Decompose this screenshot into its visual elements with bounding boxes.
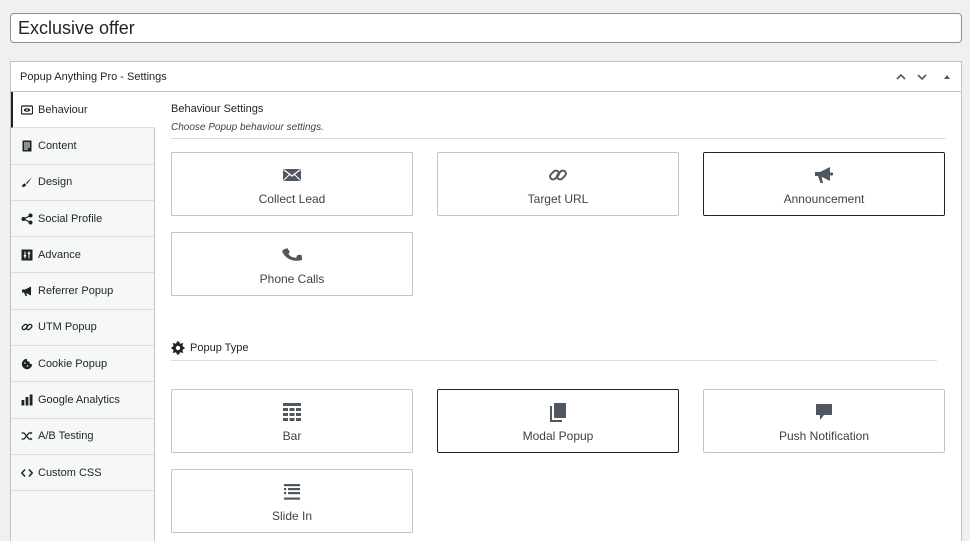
popup-type-option-bar[interactable]: Bar bbox=[171, 389, 413, 453]
tab-behaviour[interactable]: Behaviour bbox=[11, 92, 155, 129]
cookie-icon bbox=[20, 357, 33, 370]
tab-design[interactable]: Design bbox=[11, 165, 154, 201]
popup-type-option-push-notification[interactable]: Push Notification bbox=[703, 389, 945, 453]
share-icon bbox=[20, 212, 33, 225]
tab-label: Google Analytics bbox=[38, 394, 120, 407]
chevron-down-icon bbox=[917, 74, 927, 81]
metabox-header: Popup Anything Pro - Settings bbox=[11, 62, 961, 92]
envelope-icon bbox=[172, 165, 412, 185]
document-icon bbox=[20, 139, 33, 152]
shuffle-icon bbox=[20, 430, 33, 443]
chevron-up-icon bbox=[896, 73, 906, 80]
option-label: Bar bbox=[282, 429, 302, 443]
tab-label: UTM Popup bbox=[38, 321, 97, 334]
code-icon bbox=[20, 466, 33, 479]
move-down-button[interactable] bbox=[914, 69, 930, 85]
copy-icon bbox=[438, 402, 678, 422]
behaviour-option-phone-calls[interactable]: Phone Calls bbox=[171, 232, 413, 296]
option-label: Target URL bbox=[527, 192, 589, 206]
tab-label: Advance bbox=[38, 248, 81, 261]
popup-type-title: Popup Type bbox=[190, 342, 249, 354]
post-title-input[interactable] bbox=[10, 13, 962, 43]
tab-label: Social Profile bbox=[38, 212, 103, 225]
megaphone-icon bbox=[704, 165, 944, 185]
metabox-title: Popup Anything Pro - Settings bbox=[20, 71, 167, 83]
list-icon bbox=[172, 482, 412, 502]
behaviour-option-collect-lead[interactable]: Collect Lead bbox=[171, 152, 413, 216]
behaviour-settings-description: Choose Popup behaviour settings. bbox=[171, 122, 324, 133]
popup-type-option-slide-in[interactable]: Slide In bbox=[171, 469, 413, 533]
bar-chart-icon bbox=[20, 394, 33, 407]
tab-content[interactable]: Content bbox=[11, 128, 154, 165]
behaviour-settings-title: Behaviour Settings bbox=[171, 103, 264, 115]
option-label: Slide In bbox=[271, 509, 313, 523]
section-divider bbox=[171, 138, 946, 139]
tab-label: Behaviour bbox=[38, 103, 88, 116]
tab-label: Cookie Popup bbox=[38, 357, 108, 370]
table-icon bbox=[172, 402, 412, 422]
option-label: Collect Lead bbox=[258, 192, 326, 206]
caret-up-icon bbox=[944, 75, 950, 79]
eye-icon bbox=[20, 103, 33, 116]
megaphone-icon bbox=[20, 285, 33, 298]
option-label: Announcement bbox=[783, 192, 865, 206]
tab-google-analytics[interactable]: Google Analytics bbox=[11, 382, 154, 419]
behaviour-option-target-url[interactable]: Target URL bbox=[437, 152, 679, 216]
tab-referrer-popup[interactable]: Referrer Popup bbox=[11, 273, 154, 310]
tab-utm-popup[interactable]: UTM Popup bbox=[11, 310, 154, 347]
option-label: Phone Calls bbox=[259, 272, 325, 286]
move-up-button[interactable] bbox=[893, 69, 909, 85]
toggle-panel-button[interactable] bbox=[939, 69, 955, 85]
settings-metabox: Popup Anything Pro - Settings Behaviour … bbox=[10, 61, 962, 541]
option-label: Modal Popup bbox=[522, 429, 594, 443]
tab-label: Content bbox=[38, 139, 77, 152]
phone-icon bbox=[172, 245, 412, 265]
sliders-icon bbox=[20, 248, 33, 261]
brush-icon bbox=[20, 176, 33, 189]
tab-custom-css[interactable]: Custom CSS bbox=[11, 455, 154, 492]
tab-advance[interactable]: Advance bbox=[11, 237, 154, 274]
tab-label: Custom CSS bbox=[38, 466, 102, 479]
speech-bubble-icon bbox=[704, 402, 944, 422]
tab-label: A/B Testing bbox=[38, 430, 94, 443]
popup-type-heading: Popup Type bbox=[171, 341, 249, 355]
link-icon bbox=[438, 165, 678, 185]
tab-social-profile[interactable]: Social Profile bbox=[11, 201, 154, 238]
link-icon bbox=[20, 321, 33, 334]
behaviour-option-announcement[interactable]: Announcement bbox=[703, 152, 945, 216]
option-label: Push Notification bbox=[778, 429, 870, 443]
section-divider bbox=[171, 360, 937, 361]
tab-label: Referrer Popup bbox=[38, 285, 114, 298]
tab-ab-testing[interactable]: A/B Testing bbox=[11, 419, 154, 455]
settings-tabs: Behaviour Content Design Social Profile … bbox=[11, 92, 155, 541]
tab-label: Design bbox=[38, 176, 73, 189]
gear-icon bbox=[171, 341, 185, 355]
popup-type-option-modal-popup[interactable]: Modal Popup bbox=[437, 389, 679, 453]
tab-cookie-popup[interactable]: Cookie Popup bbox=[11, 346, 154, 383]
